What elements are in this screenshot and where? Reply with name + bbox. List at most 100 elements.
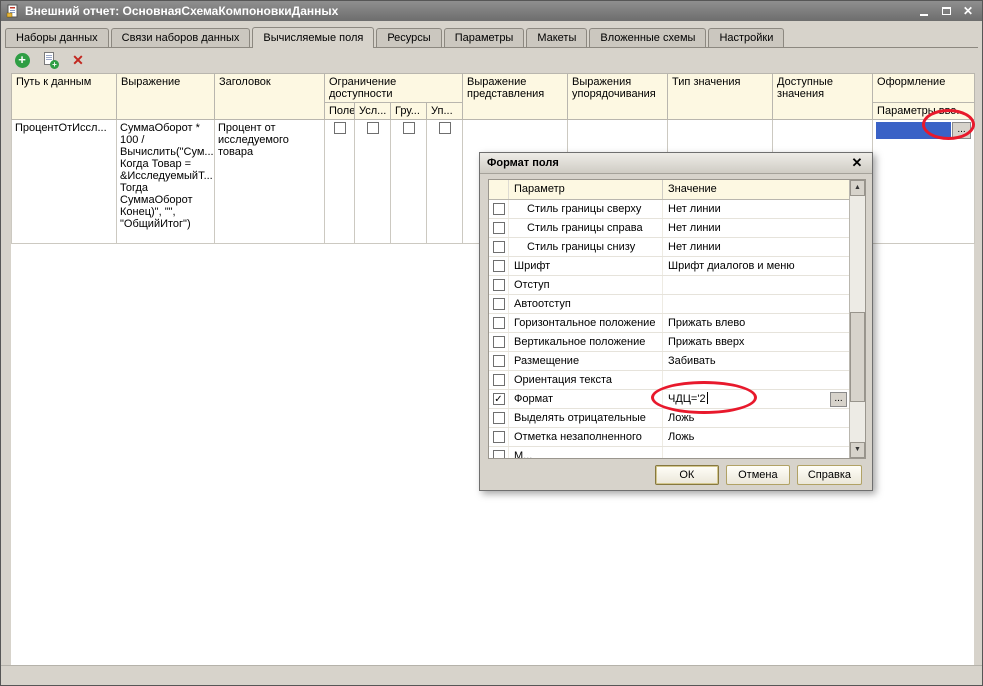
param-name[interactable]: Ориентация текста: [509, 371, 663, 389]
window-title: Внешний отчет: ОсновнаяСхемаКомпоновкиДа…: [25, 4, 912, 18]
scroll-thumb[interactable]: [850, 312, 865, 402]
col-value: Значение: [663, 180, 849, 199]
param-name[interactable]: Формат: [509, 390, 663, 408]
add-copy-button[interactable]: +: [41, 51, 59, 69]
param-value[interactable]: Прижать влево: [663, 314, 849, 332]
param-name[interactable]: Автоотступ: [509, 295, 663, 313]
tab-3[interactable]: Ресурсы: [376, 28, 441, 47]
cell-condition[interactable]: [355, 120, 391, 244]
param-checkbox[interactable]: [493, 374, 505, 386]
dialog-titlebar[interactable]: Формат поля ✕: [480, 153, 872, 174]
param-checkbox-cell: [489, 409, 509, 427]
status-bar: [1, 665, 982, 685]
param-checkbox[interactable]: [493, 298, 505, 310]
param-name[interactable]: Стиль границы сверху: [509, 200, 663, 218]
col-title: Заголовок: [215, 74, 325, 120]
format-ellipsis-button[interactable]: ...: [830, 392, 847, 407]
param-value[interactable]: ЧДЦ='2: [663, 390, 830, 408]
param-value[interactable]: [663, 447, 849, 458]
param-checkbox[interactable]: [493, 279, 505, 291]
col-groups: Гру...: [391, 103, 427, 120]
scroll-up-icon[interactable]: ▲: [850, 180, 865, 196]
param-value[interactable]: Ложь: [663, 428, 849, 446]
format-param-row-2: Стиль границы снизуНет линии: [489, 238, 849, 257]
col-restriction-group: Ограничение доступности: [325, 74, 463, 103]
param-value[interactable]: [663, 295, 849, 313]
param-checkbox[interactable]: [493, 260, 505, 272]
param-checkbox[interactable]: [493, 355, 505, 367]
param-value[interactable]: [663, 276, 849, 294]
ok-button[interactable]: ОК: [655, 465, 719, 485]
param-name[interactable]: М...: [509, 447, 663, 458]
minimize-button[interactable]: [917, 4, 931, 18]
dialog-close-button[interactable]: ✕: [849, 155, 865, 171]
cell-field[interactable]: [325, 120, 355, 244]
tab-1[interactable]: Связи наборов данных: [111, 28, 251, 47]
param-name[interactable]: Стиль границы справа: [509, 219, 663, 237]
appearance-ellipsis-button[interactable]: ...: [952, 122, 971, 139]
tab-5[interactable]: Макеты: [526, 28, 587, 47]
format-param-row-8: РазмещениеЗабивать: [489, 352, 849, 371]
delete-button[interactable]: ✕: [69, 51, 87, 69]
tab-4[interactable]: Параметры: [444, 28, 525, 47]
cell-appearance[interactable]: ...: [873, 120, 975, 244]
param-value[interactable]: Ложь: [663, 409, 849, 427]
param-value[interactable]: Нет линии: [663, 219, 849, 237]
tab-7[interactable]: Настройки: [708, 28, 784, 47]
param-checkbox-cell: ✓: [489, 390, 509, 408]
cancel-button[interactable]: Отмена: [726, 465, 790, 485]
param-checkbox[interactable]: ✓: [493, 393, 505, 405]
param-checkbox[interactable]: [493, 412, 505, 424]
close-icon: ✕: [852, 155, 863, 170]
param-value[interactable]: Прижать вверх: [663, 333, 849, 351]
close-button[interactable]: ✕: [961, 4, 975, 18]
param-name[interactable]: Отметка незаполненного: [509, 428, 663, 446]
header-checkbox-spacer: [489, 180, 509, 199]
format-param-row-1: Стиль границы справаНет линии: [489, 219, 849, 238]
param-value[interactable]: Нет линии: [663, 238, 849, 256]
tab-2[interactable]: Вычисляемые поля: [252, 27, 374, 48]
format-param-row-10: ✓ ФорматЧДЦ='2...: [489, 390, 849, 409]
param-checkbox[interactable]: [493, 222, 505, 234]
param-checkbox[interactable]: [493, 336, 505, 348]
maximize-button[interactable]: [939, 4, 953, 18]
add-button[interactable]: +: [13, 51, 31, 69]
field-checkbox[interactable]: [334, 122, 346, 134]
tab-6[interactable]: Вложенные схемы: [589, 28, 706, 47]
order-checkbox[interactable]: [439, 122, 451, 134]
param-value[interactable]: Шрифт диалогов и меню: [663, 257, 849, 275]
param-checkbox-cell: [489, 333, 509, 351]
col-appearance-params: Параметры вво...: [873, 103, 975, 120]
param-name[interactable]: Выделять отрицательные: [509, 409, 663, 427]
param-checkbox[interactable]: [493, 203, 505, 215]
param-checkbox[interactable]: [493, 431, 505, 443]
param-value[interactable]: Нет линии: [663, 200, 849, 218]
groups-checkbox[interactable]: [403, 122, 415, 134]
cell-order[interactable]: [427, 120, 463, 244]
param-name[interactable]: Вертикальное положение: [509, 333, 663, 351]
format-param-row-0: Стиль границы сверхуНет линии: [489, 200, 849, 219]
param-name[interactable]: Горизонтальное положение: [509, 314, 663, 332]
param-checkbox[interactable]: [493, 241, 505, 253]
param-name[interactable]: Размещение: [509, 352, 663, 370]
param-value[interactable]: [663, 371, 849, 389]
format-param-row-9: Ориентация текста: [489, 371, 849, 390]
cell-expression[interactable]: СуммаОборот * 100 / Вычислить("Сум... Ко…: [117, 120, 215, 244]
param-checkbox-cell: [489, 200, 509, 218]
help-button[interactable]: Справка: [797, 465, 862, 485]
dialog-scrollbar[interactable]: ▲ ▼: [849, 180, 865, 458]
param-checkbox[interactable]: [493, 450, 505, 458]
cell-title[interactable]: Процент от исследуемого товара: [215, 120, 325, 244]
cell-data-path[interactable]: ПроцентОтИссл...: [12, 120, 117, 244]
param-name[interactable]: Шрифт: [509, 257, 663, 275]
appearance-selected-value[interactable]: [876, 122, 951, 139]
tab-0[interactable]: Наборы данных: [5, 28, 109, 47]
param-name[interactable]: Отступ: [509, 276, 663, 294]
scroll-down-icon[interactable]: ▼: [850, 442, 865, 458]
param-value[interactable]: Забивать: [663, 352, 849, 370]
window-titlebar[interactable]: Внешний отчет: ОсновнаяСхемаКомпоновкиДа…: [1, 1, 982, 21]
cell-groups[interactable]: [391, 120, 427, 244]
param-name[interactable]: Стиль границы снизу: [509, 238, 663, 256]
condition-checkbox[interactable]: [367, 122, 379, 134]
param-checkbox[interactable]: [493, 317, 505, 329]
